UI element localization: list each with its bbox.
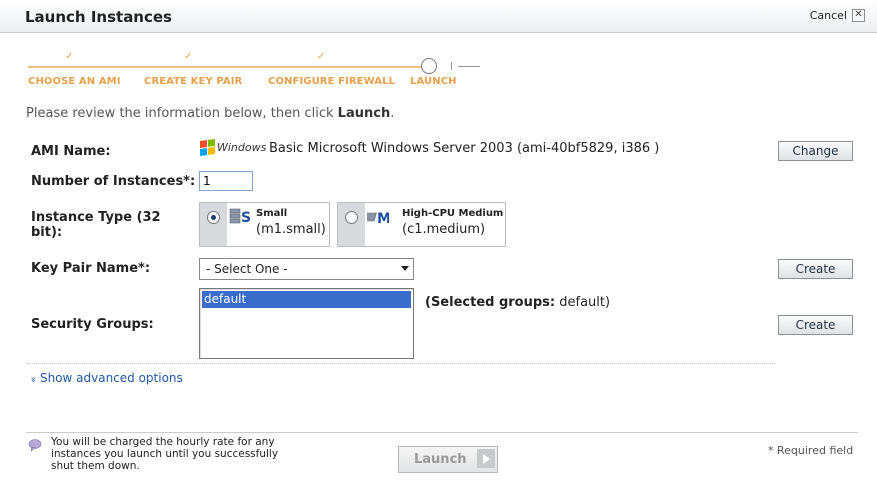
selected-groups-text: (Selected groups: default) bbox=[425, 295, 611, 310]
instance-type-medium-radio[interactable] bbox=[345, 211, 358, 224]
ami-name-label: AMI Name: bbox=[31, 144, 111, 159]
number-of-instances-label: Number of Instances*: bbox=[31, 174, 196, 189]
wizard-end-tick bbox=[451, 62, 452, 70]
instance-type-medium-name: High-CPU Medium bbox=[402, 208, 504, 219]
security-groups-label: Security Groups: bbox=[31, 317, 154, 332]
instance-type-medium-code: (c1.medium) bbox=[402, 222, 486, 237]
step-choose-ami: CHOOSE AN AMI bbox=[28, 76, 121, 87]
step-configure-firewall: CONFIGURE FIREWALL bbox=[268, 76, 396, 87]
required-field-note: * Required field bbox=[768, 444, 854, 457]
launch-button[interactable]: Launch bbox=[398, 446, 498, 473]
wizard-progress: ✓ ✓ ✓ CHOOSE AN AMI CREATE KEY PAIR CONF… bbox=[28, 51, 480, 92]
key-pair-select[interactable]: - Select One - bbox=[199, 258, 414, 280]
step-create-key-pair: CREATE KEY PAIR bbox=[144, 76, 243, 87]
instance-type-small-code: (m1.small) bbox=[256, 222, 326, 237]
instance-type-high-cpu-medium[interactable]: M High-CPU Medium (c1.medium) bbox=[337, 202, 506, 247]
instance-type-small-radio[interactable] bbox=[207, 211, 220, 224]
list-item[interactable]: default bbox=[202, 291, 411, 308]
footer-divider bbox=[26, 432, 858, 433]
instructions-text: Please review the information below, the… bbox=[26, 106, 395, 121]
step-complete-icon: ✓ bbox=[65, 51, 74, 62]
step-launch: LAUNCH bbox=[410, 76, 457, 87]
instance-type-small[interactable]: S Small (m1.small) bbox=[199, 202, 330, 247]
svg-text:S: S bbox=[241, 210, 251, 226]
section-divider bbox=[27, 363, 775, 364]
instance-type-label: Instance Type (32 bit): bbox=[31, 210, 161, 240]
charge-notice: You will be charged the hourly rate for … bbox=[51, 436, 279, 472]
step-complete-icon: ✓ bbox=[184, 51, 193, 62]
windows-flag-icon bbox=[200, 138, 215, 157]
create-security-group-button[interactable]: Create bbox=[778, 315, 853, 335]
speech-bubble-icon bbox=[28, 439, 42, 451]
show-advanced-options-link[interactable]: » Show advanced options bbox=[27, 371, 183, 385]
step-complete-icon: ✓ bbox=[317, 51, 326, 62]
cancel-link[interactable]: Cancel bbox=[810, 9, 847, 22]
close-icon[interactable]: ✕ bbox=[852, 9, 865, 22]
key-pair-label: Key Pair Name*: bbox=[31, 261, 151, 276]
security-groups-list[interactable]: default bbox=[199, 288, 414, 359]
server-medium-icon: M bbox=[367, 211, 389, 227]
ami-name-value: Basic Microsoft Windows Server 2003 (ami… bbox=[269, 141, 660, 156]
change-ami-button[interactable]: Change bbox=[778, 141, 853, 161]
create-key-pair-button[interactable]: Create bbox=[778, 259, 853, 279]
number-of-instances-input[interactable] bbox=[199, 171, 253, 191]
svg-text:M: M bbox=[377, 211, 389, 227]
wizard-progress-line bbox=[28, 66, 428, 68]
server-small-icon: S bbox=[229, 208, 251, 226]
launch-instances-dialog: Launch Instances Cancel ✕ ✓ ✓ ✓ CHOOSE A… bbox=[0, 0, 877, 500]
arrow-right-icon bbox=[477, 449, 495, 468]
wizard-remaining-line bbox=[458, 66, 480, 67]
expand-icon: » bbox=[27, 376, 39, 383]
cancel-control[interactable]: Cancel ✕ bbox=[810, 9, 865, 22]
windows-logo: Windows bbox=[200, 138, 266, 157]
dialog-titlebar: Launch Instances Cancel ✕ bbox=[0, 0, 877, 33]
dialog-title: Launch Instances bbox=[25, 8, 172, 26]
current-step-icon bbox=[421, 58, 437, 74]
instance-type-small-name: Small bbox=[256, 208, 288, 219]
chevron-down-icon bbox=[401, 266, 409, 271]
